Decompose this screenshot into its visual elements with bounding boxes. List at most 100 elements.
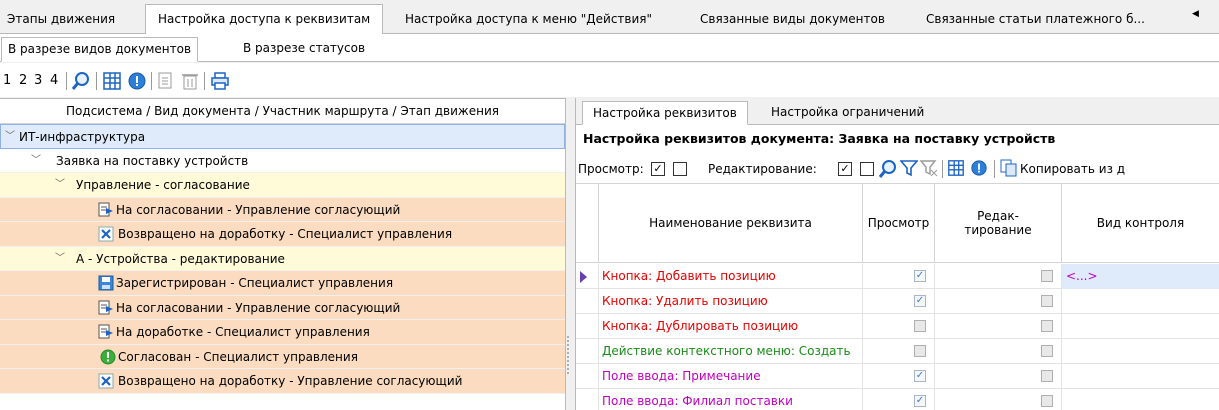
field-name-cell[interactable]: Действие контекстного меню: Создать: [599, 339, 863, 364]
field-name-cell[interactable]: Поле ввода: Примечание: [599, 364, 863, 389]
view-filter-label: Просмотр:: [578, 162, 644, 176]
edit-cell: ✓: [935, 264, 1062, 289]
edit-checkbox[interactable]: ✓: [1041, 320, 1053, 332]
control-type-cell[interactable]: [1062, 364, 1219, 389]
row-indicator[interactable]: [576, 264, 599, 289]
table-row[interactable]: Кнопка: Удалить позицию ✓ ✓: [576, 289, 1219, 314]
level-2-button[interactable]: 2: [19, 71, 27, 91]
view-checkbox[interactable]: ✓: [914, 370, 926, 382]
tree-column-header[interactable]: Подсистема / Вид документа / Участник ма…: [0, 99, 565, 124]
edit-checkbox[interactable]: ✓: [1041, 345, 1053, 357]
control-type-cell[interactable]: [1062, 314, 1219, 339]
level-1-button[interactable]: 1: [3, 71, 11, 91]
columns-icon[interactable]: [102, 71, 122, 91]
tree-node-stage[interactable]: На согласовании - Управление согласующий: [0, 295, 565, 320]
tree-node-stage[interactable]: Возвращено на доработку - Специалист упр…: [0, 222, 565, 247]
tree-node-stage[interactable]: На доработке - Специалист управления: [0, 320, 565, 345]
row-indicator[interactable]: [576, 289, 599, 314]
info-icon[interactable]: [970, 159, 988, 180]
field-name-cell[interactable]: Поле ввода: Филиал поставки: [599, 389, 863, 410]
tree-node-doc-type[interactable]: ﹀ Заявка на поставку устройств: [0, 148, 565, 173]
tree-node-participant[interactable]: ﹀ Управление - согласование: [0, 173, 565, 198]
filter-icon[interactable]: [899, 159, 919, 180]
tree-node-stage[interactable]: Возвращено на доработку - Управление сог…: [0, 369, 565, 394]
row-indicator[interactable]: [576, 339, 599, 364]
splitter-handle[interactable]: [566, 335, 570, 375]
tab-scroll-left-icon[interactable]: ◀: [1192, 9, 1199, 19]
tab-linked-payment-items[interactable]: Связанные статьи платежного б...: [926, 8, 1145, 34]
tree-node-participant[interactable]: ﹀ А - Устройства - редактирование: [0, 246, 565, 271]
field-name-cell[interactable]: Кнопка: Добавить позицию: [599, 264, 863, 289]
level-4-button[interactable]: 4: [50, 71, 58, 91]
search-icon[interactable]: [71, 71, 91, 91]
tab-restriction-settings[interactable]: Настройка ограничений: [771, 101, 924, 125]
columns-icon[interactable]: [947, 159, 965, 180]
tab-field-settings[interactable]: Настройка реквизитов: [582, 101, 748, 125]
tree-node-subsystem[interactable]: ﹀ ИТ-инфраструктура: [0, 124, 565, 149]
row-indicator[interactable]: [576, 314, 599, 339]
view-checkbox[interactable]: ✓: [914, 345, 926, 357]
tree-node-stage[interactable]: Согласован - Специалист управления: [0, 344, 565, 369]
clear-filter-icon[interactable]: [919, 159, 938, 180]
table-row[interactable]: Кнопка: Добавить позицию ✓ ✓ <...>: [576, 264, 1219, 289]
tab-by-doc-types[interactable]: В разрезе видов документов: [1, 37, 199, 62]
edit-filter-label: Редактирование:: [708, 162, 817, 176]
control-type-cell[interactable]: <...>: [1062, 264, 1219, 289]
chevron-down-icon[interactable]: ﹀: [55, 173, 65, 197]
info-icon[interactable]: [127, 71, 147, 91]
view-checkbox[interactable]: ✓: [914, 270, 926, 282]
view-unchecked-filter-checkbox[interactable]: [673, 162, 687, 176]
tree-node-stage[interactable]: На согласовании - Управление согласующий: [0, 197, 565, 222]
table-row[interactable]: Действие контекстного меню: Создать ✓ ✓: [576, 339, 1219, 364]
edit-checked-filter-checkbox[interactable]: ✓: [838, 162, 852, 176]
column-header-name[interactable]: Наименование реквизита: [599, 184, 863, 263]
view-checkbox[interactable]: ✓: [914, 295, 926, 307]
control-type-cell[interactable]: [1062, 289, 1219, 314]
delete-icon[interactable]: [180, 71, 200, 91]
edit-cell: ✓: [935, 289, 1062, 314]
tree-node-label: На согласовании - Управление согласующий: [116, 300, 401, 315]
search-icon[interactable]: [878, 159, 898, 182]
field-name-cell[interactable]: Кнопка: Дублировать позицию: [599, 314, 863, 339]
edit-checkbox[interactable]: ✓: [1041, 395, 1053, 407]
chevron-down-icon[interactable]: ﹀: [55, 247, 65, 271]
save-icon: [98, 275, 114, 291]
column-header-edit[interactable]: Редак- тирование: [935, 184, 1062, 263]
row-indicator[interactable]: [576, 389, 599, 410]
copy-icon[interactable]: [1000, 159, 1018, 180]
tab-field-access[interactable]: Настройка доступа к реквизитам: [145, 4, 384, 35]
tab-actions-menu-access[interactable]: Настройка доступа к меню "Действия": [405, 8, 652, 34]
control-type-cell[interactable]: [1062, 339, 1219, 364]
table-row[interactable]: Поле ввода: Примечание ✓ ✓: [576, 364, 1219, 389]
view-checked-filter-checkbox[interactable]: ✓: [651, 162, 665, 176]
chevron-down-icon[interactable]: ﹀: [31, 149, 41, 173]
view-checkbox[interactable]: ✓: [914, 395, 926, 407]
edit-unchecked-filter-checkbox[interactable]: [860, 162, 874, 176]
view-cell: ✓: [863, 339, 935, 364]
view-checkbox[interactable]: ✓: [914, 320, 926, 332]
table-row[interactable]: Кнопка: Дублировать позицию ✓ ✓: [576, 314, 1219, 339]
add-record-icon[interactable]: [156, 71, 176, 91]
tab-by-statuses[interactable]: В разрезе статусов: [243, 37, 365, 62]
edit-checkbox[interactable]: ✓: [1041, 370, 1053, 382]
field-settings-panel: Настройка реквизитов Настройка ограничен…: [575, 98, 1219, 410]
tab-movement-stages[interactable]: Этапы движения: [7, 8, 115, 34]
tree-node-stage[interactable]: Зарегистрирован - Специалист управления: [0, 271, 565, 296]
level-3-button[interactable]: 3: [34, 71, 42, 91]
column-header-view[interactable]: Просмотр: [863, 184, 935, 263]
row-indicator[interactable]: [576, 364, 599, 389]
tab-linked-doc-types[interactable]: Связанные виды документов: [700, 8, 885, 34]
field-name-cell[interactable]: Кнопка: Удалить позицию: [599, 289, 863, 314]
edit-checkbox[interactable]: ✓: [1041, 270, 1053, 282]
tree-node-label: Возвращено на доработку - Управление сог…: [118, 374, 463, 388]
edit-checkbox[interactable]: ✓: [1041, 295, 1053, 307]
row-indicator-header: [576, 184, 599, 263]
chevron-down-icon[interactable]: ﹀: [5, 125, 15, 149]
copy-from-button[interactable]: Копировать из д: [1020, 161, 1125, 177]
print-icon[interactable]: [210, 71, 230, 91]
column-header-control-type[interactable]: Вид контроля: [1062, 184, 1219, 263]
edit-cell: ✓: [935, 314, 1062, 339]
right-tab-bar: Настройка реквизитов Настройка ограничен…: [576, 98, 1219, 125]
control-type-cell[interactable]: [1062, 389, 1219, 410]
table-row[interactable]: Поле ввода: Филиал поставки ✓ ✓: [576, 389, 1219, 410]
